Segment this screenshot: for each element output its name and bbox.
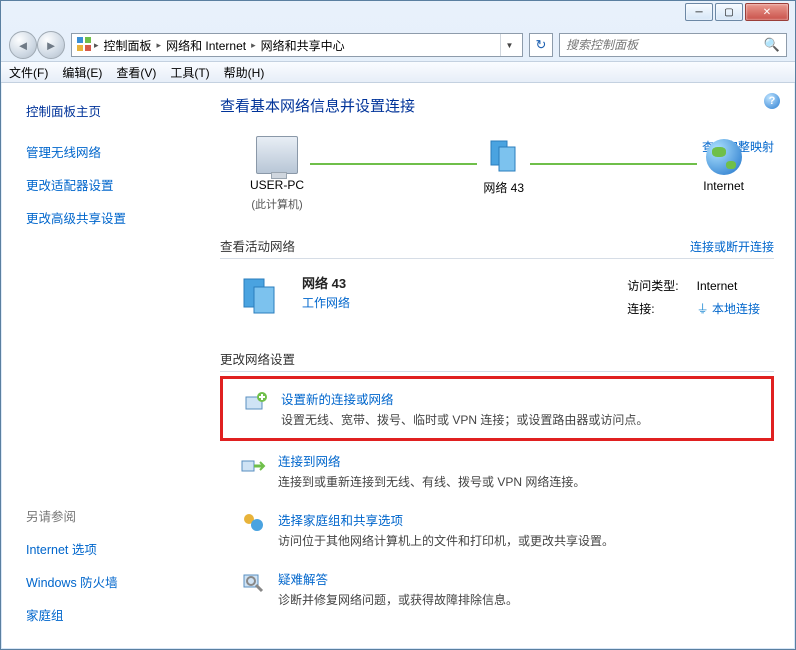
help-icon[interactable]: ? [764, 93, 780, 109]
active-network-row: 网络 43 工作网络 访问类型: Internet 连接: ⏚ 本地连接 [220, 259, 774, 331]
change-settings-label: 更改网络设置 [220, 349, 295, 368]
troubleshoot-icon [240, 569, 266, 595]
refresh-button[interactable]: ↻ [529, 33, 553, 57]
nav-back-button[interactable]: ◄ [9, 31, 37, 59]
breadcrumb-network-internet[interactable]: 网络和 Internet [163, 37, 249, 54]
node-pc-sublabel: (此计算机) [251, 196, 302, 212]
search-input[interactable] [566, 38, 764, 52]
window: ─ ▢ ✕ ◄ ► ▸ 控制面板 ▸ 网络和 Internet ▸ 网络和共享中… [0, 0, 796, 650]
breadcrumb-sharing-center[interactable]: 网络和共享中心 [258, 37, 348, 54]
active-network-type-link[interactable]: 工作网络 [302, 294, 350, 311]
menu-help[interactable]: 帮助(H) [224, 64, 265, 81]
pc-icon [256, 136, 298, 174]
sidebar-link-adapter[interactable]: 更改适配器设置 [26, 175, 198, 194]
network-icon [240, 273, 284, 317]
search-icon: 🔍 [764, 37, 780, 53]
menu-tools[interactable]: 工具(T) [170, 64, 209, 81]
node-network-label: 网络 43 [483, 179, 524, 196]
change-settings-header: 更改网络设置 [220, 349, 774, 372]
node-network: 网络 43 [483, 137, 524, 212]
task-connect-network[interactable]: 连接到网络 连接到或重新连接到无线、有线、拨号或 VPN 网络连接。 [220, 441, 774, 500]
connect-disconnect-link[interactable]: 连接或断开连接 [690, 238, 774, 255]
control-panel-icon [76, 36, 92, 55]
task-desc: 设置无线、宽带、拨号、临时或 VPN 连接；或设置路由器或访问点。 [281, 411, 648, 428]
body: 控制面板主页 管理无线网络 更改适配器设置 更改高级共享设置 另请参阅 Inte… [2, 83, 794, 648]
node-internet-label: Internet [703, 179, 744, 193]
titlebar: ─ ▢ ✕ [1, 1, 795, 29]
address-bar[interactable]: ▸ 控制面板 ▸ 网络和 Internet ▸ 网络和共享中心 ▼ [71, 33, 523, 57]
task-desc: 访问位于其他网络计算机上的文件和打印机，或更改共享设置。 [278, 532, 614, 549]
network-icon [487, 137, 521, 175]
task-title[interactable]: 疑难解答 [278, 569, 518, 588]
new-connection-icon [243, 389, 269, 415]
page-title: 查看基本网络信息并设置连接 [220, 95, 774, 116]
connector-line [310, 163, 477, 165]
search-box[interactable]: 🔍 [559, 33, 787, 57]
active-networks-header: 查看活动网络 连接或断开连接 [220, 236, 774, 259]
node-pc-label: USER-PC [250, 178, 304, 192]
maximize-button[interactable]: ▢ [715, 3, 743, 21]
address-row: ◄ ► ▸ 控制面板 ▸ 网络和 Internet ▸ 网络和共享中心 ▼ ↻ … [1, 29, 795, 61]
globe-icon [706, 139, 742, 175]
sidebar-link-wireless[interactable]: 管理无线网络 [26, 142, 198, 161]
separator-icon: ▸ [251, 40, 256, 51]
connector-line [530, 163, 697, 165]
menu-view[interactable]: 查看(V) [116, 64, 156, 81]
homegroup-icon [240, 510, 266, 536]
task-desc: 连接到或重新连接到无线、有线、拨号或 VPN 网络连接。 [278, 473, 585, 490]
connection-icon: ⏚ [697, 302, 709, 316]
active-networks-label: 查看活动网络 [220, 236, 295, 255]
task-new-connection[interactable]: 设置新的连接或网络 设置无线、宽带、拨号、临时或 VPN 连接；或设置路由器或访… [220, 376, 774, 441]
connect-network-icon [240, 451, 266, 477]
close-button[interactable]: ✕ [745, 3, 789, 21]
access-type-label: 访问类型: [619, 275, 686, 296]
connections-label: 连接: [619, 298, 686, 319]
see-also-firewall[interactable]: Windows 防火墙 [26, 572, 198, 591]
task-troubleshoot[interactable]: 疑难解答 诊断并修复网络问题，或获得故障排除信息。 [220, 559, 774, 618]
task-homegroup[interactable]: 选择家庭组和共享选项 访问位于其他网络计算机上的文件和打印机，或更改共享设置。 [220, 500, 774, 559]
see-also-internet-options[interactable]: Internet 选项 [26, 539, 198, 558]
separator-icon: ▸ [94, 40, 99, 51]
nav-forward-button[interactable]: ► [37, 31, 65, 59]
task-desc: 诊断并修复网络问题，或获得故障排除信息。 [278, 591, 518, 608]
access-type-value: Internet [689, 275, 768, 296]
menu-edit[interactable]: 编辑(E) [62, 64, 102, 81]
tasks-list: 设置新的连接或网络 设置无线、宽带、拨号、临时或 VPN 连接；或设置路由器或访… [220, 376, 774, 618]
control-panel-home-link[interactable]: 控制面板主页 [26, 101, 198, 120]
active-network-name: 网络 43 [302, 276, 346, 291]
see-also-homegroup[interactable]: 家庭组 [26, 605, 198, 624]
address-history-dropdown[interactable]: ▼ [500, 34, 518, 56]
node-this-pc: USER-PC (此计算机) [250, 136, 304, 212]
content: ? 查看基本网络信息并设置连接 查看完整映射 USER-PC (此计算机) 网络… [212, 83, 794, 648]
breadcrumb-control-panel[interactable]: 控制面板 [101, 37, 155, 54]
menu-bar: 文件(F) 编辑(E) 查看(V) 工具(T) 帮助(H) [1, 61, 795, 83]
minimize-button[interactable]: ─ [685, 3, 713, 21]
node-internet: Internet [703, 139, 744, 209]
menu-file[interactable]: 文件(F) [9, 64, 48, 81]
network-map: 查看完整映射 USER-PC (此计算机) 网络 43 [220, 130, 774, 218]
sidebar: 控制面板主页 管理无线网络 更改适配器设置 更改高级共享设置 另请参阅 Inte… [2, 83, 212, 648]
separator-icon: ▸ [157, 40, 162, 51]
sidebar-link-sharing[interactable]: 更改高级共享设置 [26, 208, 198, 227]
see-also-header: 另请参阅 [26, 506, 198, 525]
task-title[interactable]: 选择家庭组和共享选项 [278, 510, 614, 529]
task-title[interactable]: 设置新的连接或网络 [281, 389, 648, 408]
task-title[interactable]: 连接到网络 [278, 451, 585, 470]
local-connection-link[interactable]: 本地连接 [712, 302, 760, 316]
